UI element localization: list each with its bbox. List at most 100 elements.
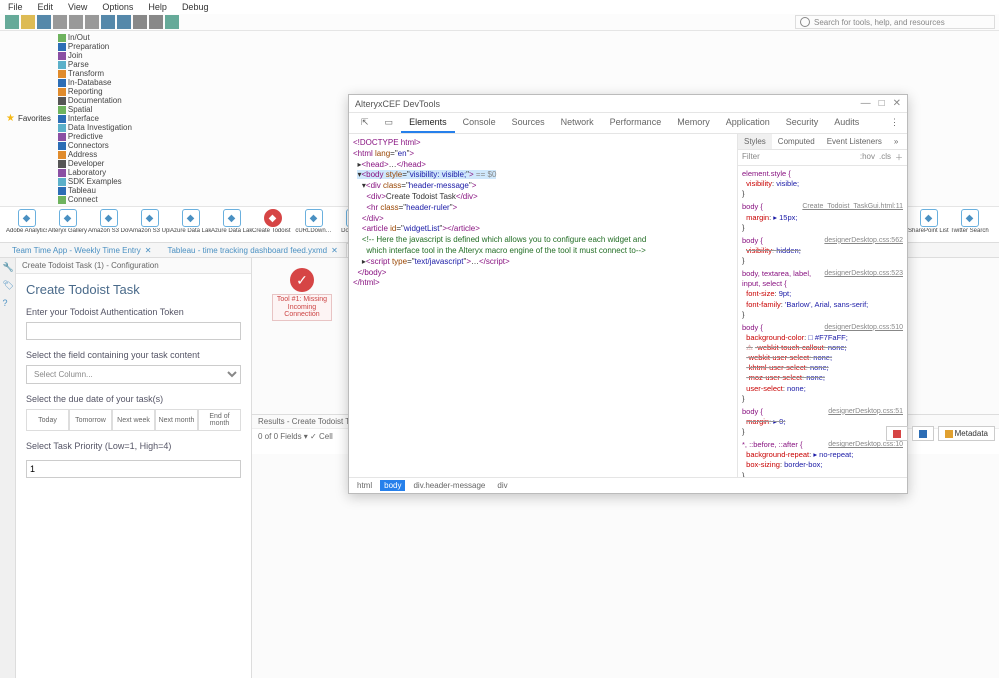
source-link[interactable]: designerDesktop.css:523 (824, 269, 903, 278)
ribbon-tool[interactable]: ◆cURLDown… (293, 209, 334, 241)
token-input[interactable] (26, 322, 241, 340)
global-search[interactable]: Search for tools, help, and resources (795, 15, 995, 29)
view-btn-1[interactable] (886, 426, 908, 441)
source-link[interactable]: designerDesktop.css:562 (824, 236, 903, 245)
ribbon-tool[interactable]: ◆Alteryx Gallery (47, 209, 88, 241)
category-chip[interactable]: In-Database (54, 78, 136, 87)
ribbon-tool[interactable]: ◆Amazon S3 Download (88, 209, 129, 241)
due-button[interactable]: End of month (198, 409, 241, 431)
help-icon[interactable]: ? (3, 298, 13, 308)
undo-icon[interactable] (101, 15, 115, 29)
style-rule-block[interactable]: designerDesktop.css:51body { margin: ▸ 0… (742, 407, 903, 437)
devtools-tab[interactable]: Performance (602, 113, 670, 133)
favorites-icon[interactable]: ★ (6, 113, 15, 124)
category-chip[interactable]: Documentation (54, 96, 136, 105)
ribbon-tool[interactable]: ◆SharePoint List Output (908, 209, 949, 241)
dom-line[interactable]: </div> (353, 214, 733, 225)
menu-item[interactable]: Debug (182, 2, 209, 12)
tab-close-icon[interactable]: ✕ (145, 246, 152, 255)
side-tab[interactable]: Styles (738, 134, 772, 149)
ribbon-tool[interactable]: ◆Adobe Analytics (6, 209, 47, 241)
category-chip[interactable]: Connectors (54, 141, 136, 150)
dom-line[interactable]: ▸<script type="text/javascript">…</scrip… (353, 257, 733, 268)
style-rule-block[interactable]: designerDesktop.css:523body, textarea, l… (742, 269, 903, 320)
save-icon[interactable] (37, 15, 51, 29)
source-link[interactable]: designerDesktop.css:510 (824, 323, 903, 332)
menu-item[interactable]: File (8, 2, 23, 12)
inspect-icon[interactable]: ⇱ (353, 113, 377, 133)
devtools-tab[interactable]: Console (455, 113, 504, 133)
style-rule-block[interactable]: designerDesktop.css:562body { visibility… (742, 236, 903, 266)
ribbon-tool[interactable]: ◆Amazon S3 Upload (129, 209, 170, 241)
devtools-window[interactable]: AlteryxCEF DevTools — □ ✕ ⇱▭ElementsCons… (348, 94, 908, 494)
minimize-icon[interactable]: — (861, 98, 871, 109)
dom-line[interactable]: which interface tool in the Alteryx macr… (353, 246, 733, 257)
devtools-tab[interactable]: Audits (826, 113, 867, 133)
dom-line[interactable]: <!-- Here the javascript is defined whic… (353, 235, 733, 246)
redo-icon[interactable] (117, 15, 131, 29)
menu-item[interactable]: View (68, 2, 87, 12)
devtools-tab[interactable]: Security (778, 113, 827, 133)
dom-line[interactable]: </body> (353, 268, 733, 279)
tag-icon[interactable]: 🏷 (3, 280, 13, 290)
ribbon-tool[interactable]: ◆Create Todoist Task (252, 209, 293, 241)
style-rule-block[interactable]: Create_Todoist_TaskGui.html:11body { mar… (742, 202, 903, 232)
dom-line[interactable]: ▾<body style="visibility: visible;"> == … (353, 170, 733, 181)
due-button[interactable]: Today (26, 409, 69, 431)
due-button[interactable]: Next week (112, 409, 155, 431)
ribbon-tool[interactable]: ◆Azure Data Lake File In… (170, 209, 211, 241)
side-tab[interactable]: » (888, 134, 904, 149)
devtools-dom-tree[interactable]: <!DOCTYPE html><html lang="en"> ▸<head>…… (349, 134, 737, 477)
style-rule-block[interactable]: element.style { visibility: visible;} (742, 169, 903, 199)
category-chip[interactable]: Predictive (54, 132, 136, 141)
dom-line[interactable]: ▾<div class="header-message"> (353, 181, 733, 192)
field-select[interactable]: Select Column... (26, 365, 241, 384)
devtools-tab[interactable]: Network (553, 113, 602, 133)
zoom-in-icon[interactable] (133, 15, 147, 29)
category-chip[interactable]: In/Out (54, 33, 136, 42)
category-chip[interactable]: Reporting (54, 87, 136, 96)
menu-item[interactable]: Help (148, 2, 167, 12)
source-link[interactable]: Create_Todoist_TaskGui.html:11 (802, 202, 903, 211)
menu-item[interactable]: Edit (38, 2, 54, 12)
add-rule-icon[interactable]: ＋ (895, 152, 903, 163)
menu-item[interactable]: Options (102, 2, 133, 12)
open-icon[interactable] (21, 15, 35, 29)
category-chip[interactable]: Data Investigation (54, 123, 136, 132)
canvas-tool-node[interactable]: ✓ Tool #1: Missing Incoming Connection (272, 268, 332, 321)
category-chip[interactable]: Laboratory (54, 168, 136, 177)
run-icon[interactable] (165, 15, 179, 29)
devtools-titlebar[interactable]: AlteryxCEF DevTools — □ ✕ (349, 95, 907, 113)
cut-icon[interactable] (53, 15, 67, 29)
devtools-breadcrumb[interactable]: htmlbodydiv.header-messagediv (349, 477, 907, 493)
styles-list[interactable]: element.style { visibility: visible;}Cre… (738, 166, 907, 477)
style-rule-block[interactable]: designerDesktop.css:510body { background… (742, 323, 903, 404)
tab-close-icon[interactable]: ✕ (331, 246, 338, 255)
dom-line[interactable]: <hr class="header-ruler"> (353, 203, 733, 214)
wrench-icon[interactable]: 🔧 (3, 262, 13, 272)
dom-line[interactable]: <!DOCTYPE html> (353, 138, 733, 149)
breadcrumb-item[interactable]: div (493, 480, 511, 491)
ribbon-tool[interactable]: ◆Azure Data Lake File O… (211, 209, 252, 241)
due-button[interactable]: Tomorrow (69, 409, 112, 431)
category-chip[interactable]: Spatial (54, 105, 136, 114)
dom-line[interactable]: ▸<head>…</head> (353, 160, 733, 171)
workflow-tab[interactable]: Tableau - time tracking dashboard feed.y… (159, 243, 345, 257)
category-chip[interactable]: SDK Examples (54, 177, 136, 186)
dom-line[interactable]: <html lang="en"> (353, 149, 733, 160)
category-chip[interactable]: Transform (54, 69, 136, 78)
category-chip[interactable]: Join (54, 51, 136, 60)
zoom-out-icon[interactable] (149, 15, 163, 29)
devtools-tab[interactable]: Memory (669, 113, 718, 133)
breadcrumb-item[interactable]: div.header-message (409, 480, 489, 491)
priority-input[interactable] (26, 460, 241, 478)
metadata-button[interactable]: Metadata (938, 426, 995, 441)
ribbon-tool[interactable]: ◆Twitter Search (949, 209, 990, 241)
more-icon[interactable]: ⋮ (882, 113, 907, 133)
maximize-icon[interactable]: □ (879, 98, 885, 109)
due-button[interactable]: Next month (155, 409, 198, 431)
dom-line[interactable]: </html> (353, 278, 733, 289)
device-icon[interactable]: ▭ (377, 113, 402, 133)
breadcrumb-item[interactable]: html (353, 480, 376, 491)
view-btn-2[interactable] (912, 426, 934, 441)
